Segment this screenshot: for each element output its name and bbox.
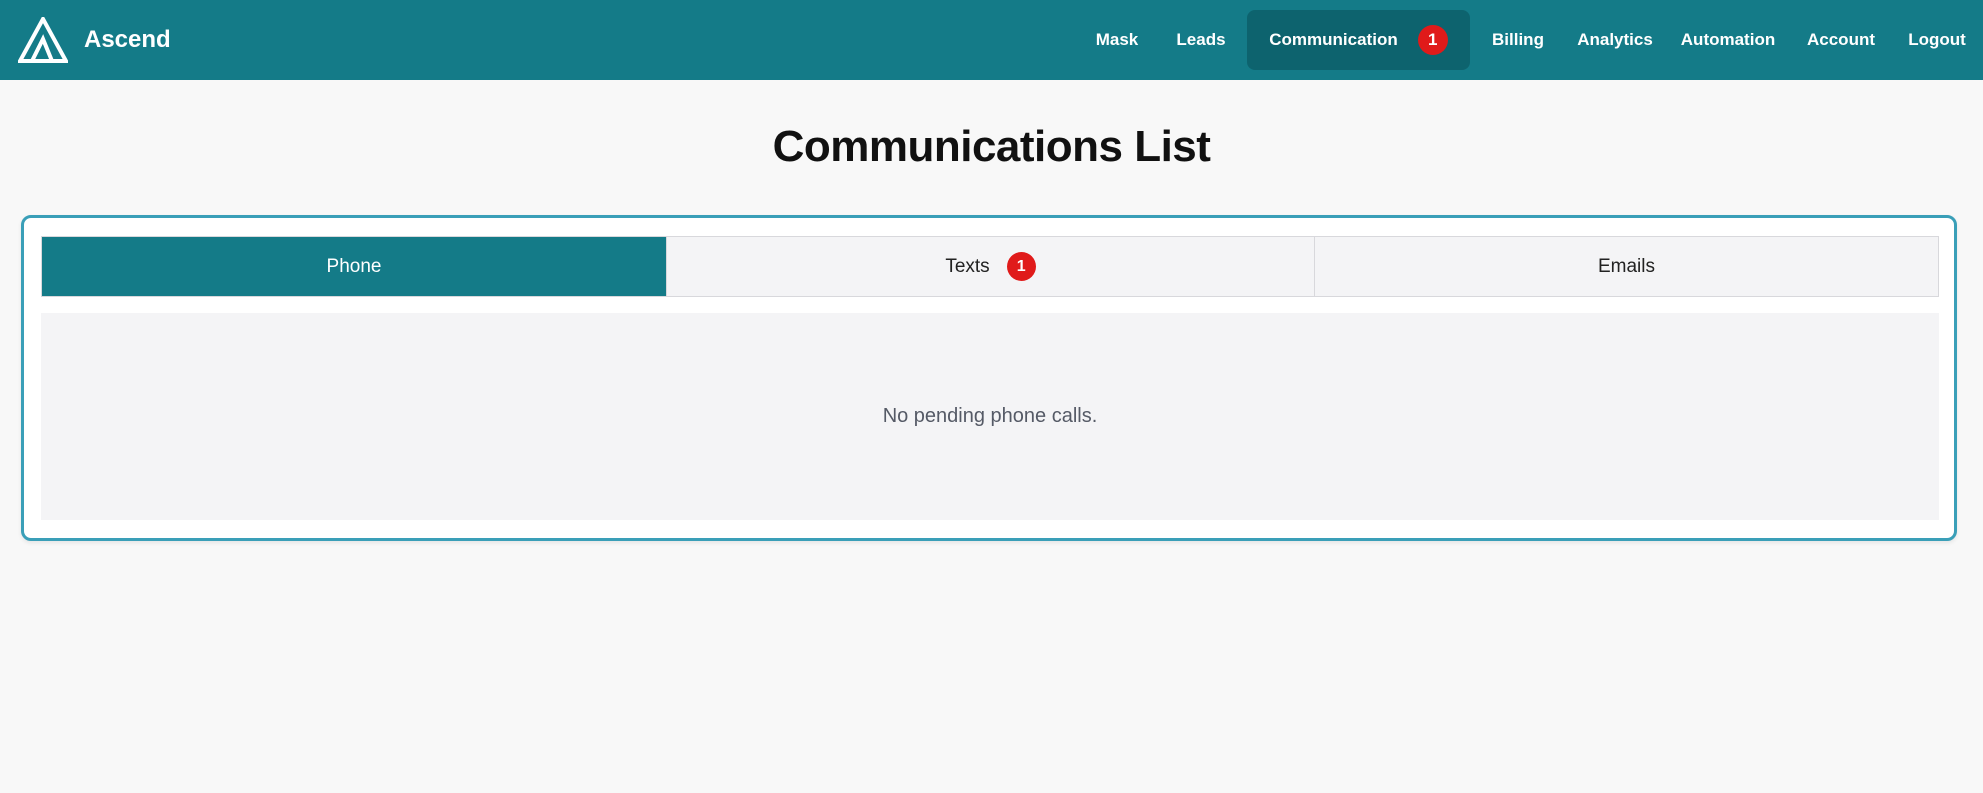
nav-item-leads[interactable]: Leads [1170,10,1232,70]
notification-badge: 1 [1417,25,1448,55]
nav-item-communication[interactable]: Communication 1 [1247,10,1470,70]
empty-state-message: No pending phone calls. [882,405,1098,427]
tab-label: Emails [1597,255,1655,277]
nav-item-label: Billing [1492,30,1544,49]
brand-link[interactable]: Ascend [18,17,171,63]
page-title: Communications List [772,122,1211,171]
nav-item-analytics[interactable]: Analytics [1574,10,1656,70]
tab-label: Phone [326,255,382,277]
nav-item-label: Logout [1908,30,1966,49]
top-navbar: Ascend Mask Leads Communication 1 Billin… [0,0,1983,80]
tab-label: Texts [945,255,990,277]
nav-item-label: Mask [1095,30,1139,49]
phone-calls-list: No pending phone calls. [41,313,1939,520]
communication-tabs: Phone Texts 1 Emails [41,236,1939,297]
brand-name: Ascend [84,26,171,53]
notification-badge: 1 [1006,252,1036,281]
tab-emails[interactable]: Emails [1315,237,1938,296]
communications-panel: Phone Texts 1 Emails No pending phone ca… [21,215,1957,541]
nav-item-label: Analytics [1577,30,1653,49]
nav-item-label: Leads [1176,30,1226,49]
nav-item-billing[interactable]: Billing [1486,10,1550,70]
nav-item-mask[interactable]: Mask [1086,10,1148,70]
nav-item-label: Automation [1680,30,1776,49]
tab-texts[interactable]: Texts 1 [667,237,1315,296]
nav-item-account[interactable]: Account [1801,10,1881,70]
nav-item-label: Communication [1269,30,1398,49]
ascend-logo-icon [18,17,68,63]
tab-phone[interactable]: Phone [42,237,667,296]
nav-item-logout[interactable]: Logout [1902,10,1972,70]
nav-item-automation[interactable]: Automation [1678,10,1778,70]
nav-item-label: Account [1807,30,1875,49]
